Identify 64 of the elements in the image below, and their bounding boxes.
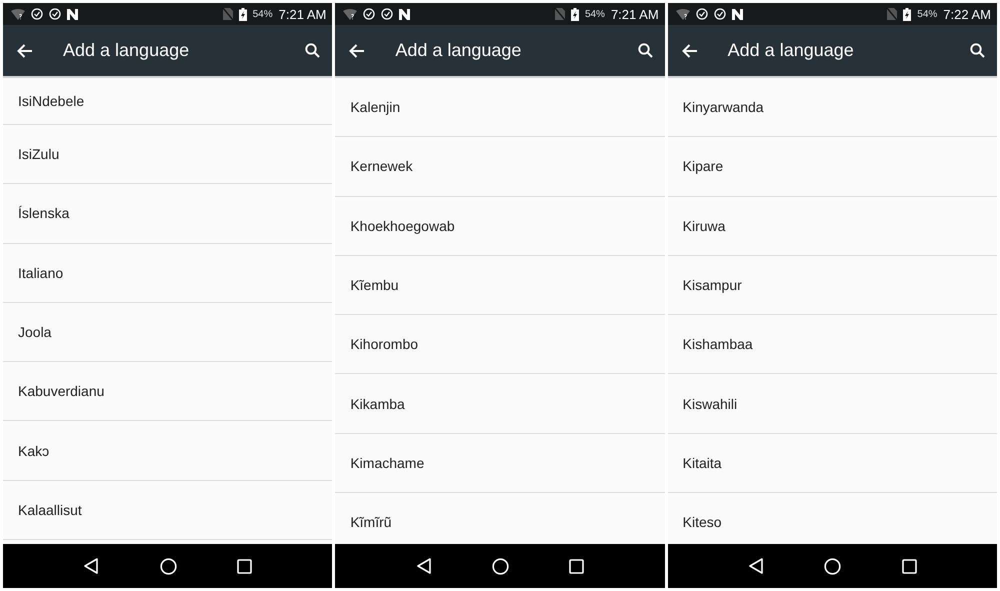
back-icon[interactable]: [416, 558, 432, 574]
circled-icon: [696, 8, 708, 20]
language-item[interactable]: Kimachame: [335, 434, 665, 494]
circled-icon: [381, 8, 394, 20]
language-item[interactable]: Kalaallisut: [3, 480, 332, 540]
circled-icon: [31, 8, 43, 20]
no-sim-icon: [222, 8, 233, 20]
home-icon[interactable]: [824, 558, 842, 574]
language-item[interactable]: Kernewek: [335, 137, 665, 197]
search-icon[interactable]: [305, 43, 320, 58]
language-item[interactable]: Kipare: [668, 137, 997, 197]
n-icon: [399, 8, 410, 20]
n-icon: [67, 8, 78, 20]
language-item[interactable]: IsiZulu: [3, 125, 332, 184]
language-item[interactable]: Kabuverdianu: [3, 362, 332, 422]
wifi-icon: [676, 8, 690, 20]
back-arrow-icon[interactable]: [682, 44, 698, 58]
language-item[interactable]: Kakɔ: [3, 421, 332, 481]
home-icon[interactable]: [160, 558, 177, 574]
language-item[interactable]: Kiruwa: [668, 196, 997, 256]
language-item[interactable]: Kinyarwanda: [668, 78, 997, 138]
language-item[interactable]: Kishambaa: [668, 315, 997, 374]
language-item[interactable]: Kitaita: [668, 434, 997, 494]
home-icon[interactable]: [492, 558, 509, 574]
language-item[interactable]: Íslenska: [3, 184, 332, 244]
battery-percentage: 54%: [917, 8, 938, 20]
language-item[interactable]: IsiNdebele: [3, 78, 332, 125]
n-icon: [732, 8, 743, 20]
language-item[interactable]: Kĩembu: [335, 256, 665, 316]
recents-icon[interactable]: [902, 558, 917, 574]
toolbar-title: Add a language: [395, 40, 522, 61]
toolbar-title: Add a language: [728, 40, 855, 61]
recents-icon[interactable]: [569, 558, 584, 574]
language-item[interactable]: Italiano: [3, 244, 332, 303]
wifi-icon: [343, 8, 358, 20]
circled-icon: [363, 8, 376, 20]
search-icon[interactable]: [638, 43, 653, 58]
battery-percentage: 54%: [584, 8, 605, 20]
back-arrow-icon[interactable]: [17, 44, 33, 58]
clock-time: 7:21 AM: [610, 6, 659, 22]
language-item[interactable]: Kisampur: [668, 256, 997, 316]
battery-percentage: 54%: [252, 8, 273, 20]
language-item[interactable]: Kiswahili: [668, 374, 997, 434]
circled-icon: [49, 8, 61, 20]
clock-time: 7:21 AM: [278, 6, 326, 22]
back-arrow-icon[interactable]: [349, 44, 366, 58]
battery-icon: [570, 8, 579, 20]
battery-icon: [903, 8, 912, 20]
search-icon[interactable]: [970, 43, 985, 58]
language-item[interactable]: Kikamba: [335, 374, 665, 434]
no-sim-icon: [554, 8, 565, 20]
circled-icon: [714, 8, 726, 20]
back-icon[interactable]: [748, 558, 764, 574]
recents-icon[interactable]: [237, 558, 252, 574]
language-item[interactable]: Kalenjin: [335, 78, 665, 138]
back-icon[interactable]: [83, 558, 100, 574]
battery-icon: [238, 8, 247, 20]
wifi-icon: [11, 8, 25, 20]
toolbar-title: Add a language: [63, 40, 190, 61]
language-item[interactable]: Khoekhoegowab: [335, 196, 665, 256]
no-sim-icon: [887, 8, 898, 20]
language-item[interactable]: Joola: [3, 302, 332, 362]
clock-time: 7:22 AM: [943, 6, 991, 22]
language-item[interactable]: Kihorombo: [335, 315, 665, 374]
